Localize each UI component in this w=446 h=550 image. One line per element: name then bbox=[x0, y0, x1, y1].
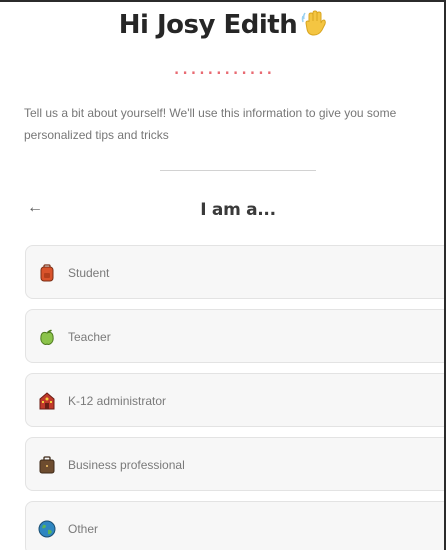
role-options: Student Teacher K-12 administrator Busin… bbox=[25, 245, 444, 550]
option-label: Other bbox=[68, 522, 99, 536]
divider bbox=[160, 170, 316, 171]
option-label: K-12 administrator bbox=[68, 394, 167, 408]
globe-icon bbox=[38, 520, 56, 538]
briefcase-icon bbox=[38, 456, 56, 474]
option-teacher[interactable]: Teacher bbox=[25, 309, 444, 363]
option-business-professional[interactable]: Business professional bbox=[25, 437, 444, 491]
greeting-text: Hi Josy Edith bbox=[118, 10, 298, 40]
option-other[interactable]: Other bbox=[25, 501, 444, 550]
option-label: Student bbox=[68, 266, 110, 280]
greeting-title: Hi Josy Edith bbox=[0, 10, 444, 40]
decorative-dots: ............ bbox=[172, 62, 274, 78]
intro-text: Tell us a bit about yourself! We'll use … bbox=[24, 106, 397, 142]
option-student[interactable]: Student bbox=[25, 245, 444, 299]
school-building-icon bbox=[38, 392, 56, 410]
option-label: Business professional bbox=[68, 458, 185, 472]
option-label: Teacher bbox=[68, 330, 111, 344]
backpack-icon bbox=[38, 264, 56, 282]
option-k12-administrator[interactable]: K-12 administrator bbox=[25, 373, 444, 427]
apple-icon bbox=[38, 328, 56, 346]
onboarding-page: Hi Josy Edith ............ Tell us a bit… bbox=[0, 0, 446, 550]
question-title: I am a... bbox=[200, 200, 276, 220]
waving-hand-icon bbox=[301, 10, 327, 36]
